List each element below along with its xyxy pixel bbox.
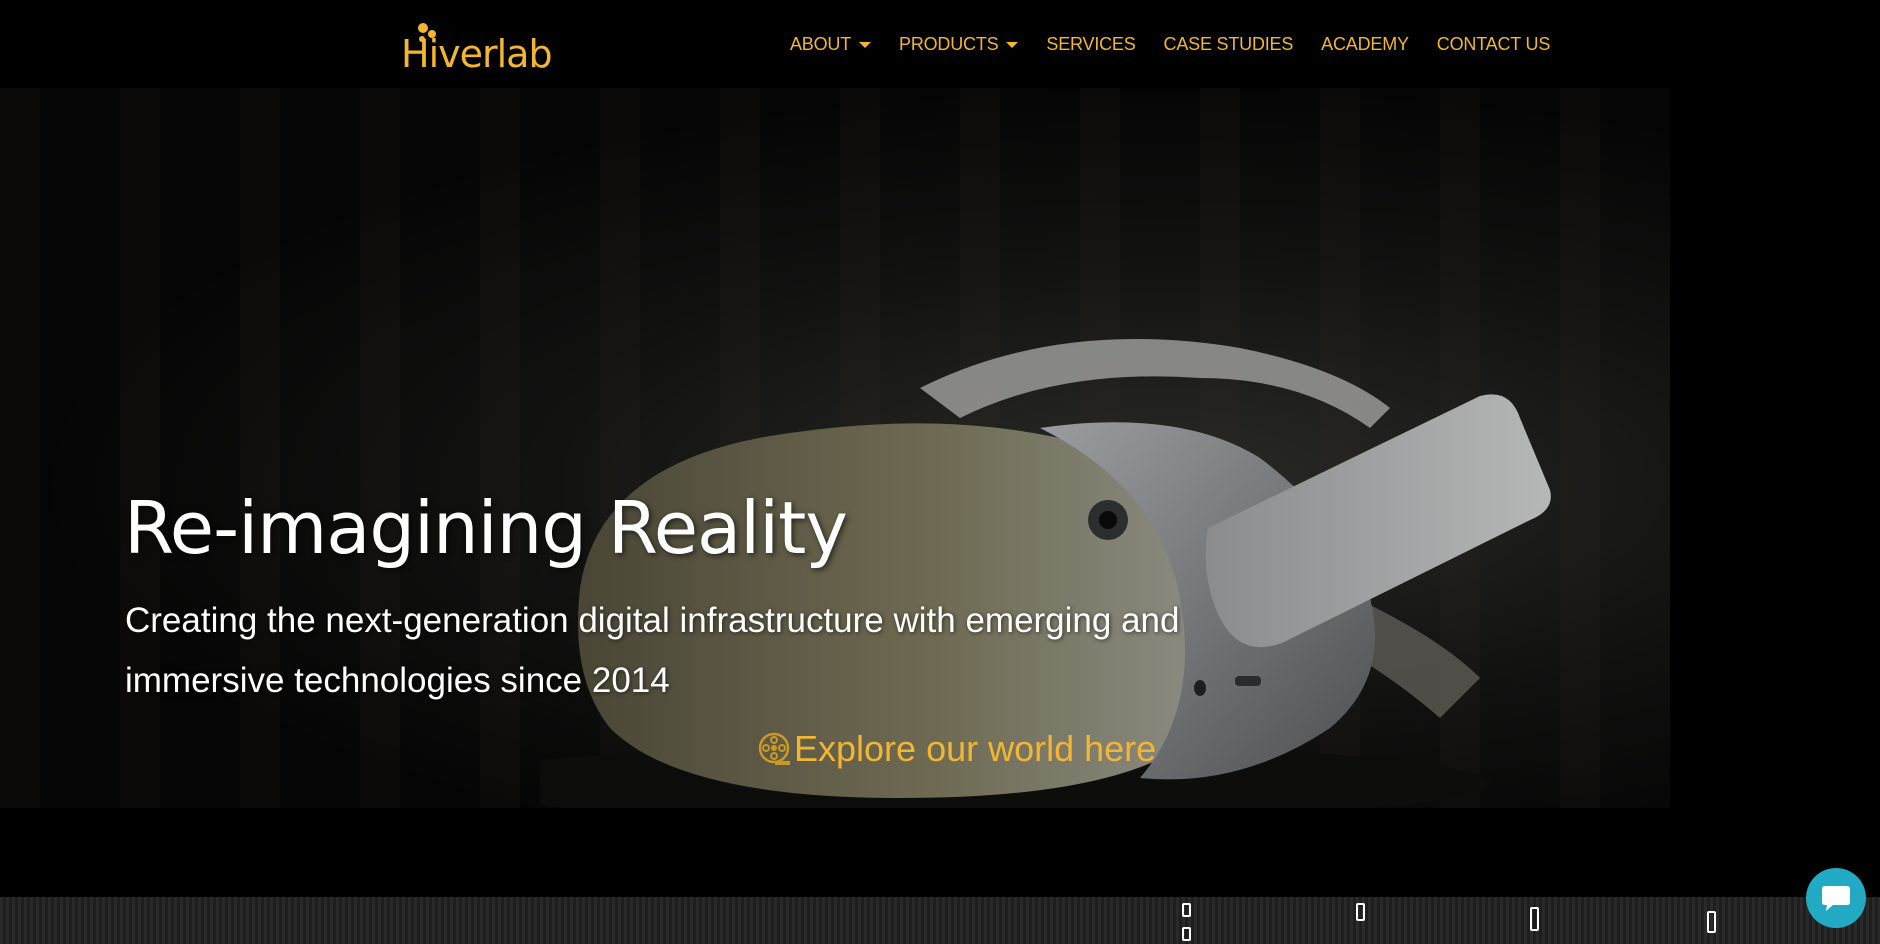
logo-text: Hiverlab: [401, 32, 553, 76]
nav-contact-us-label: CONTACT US: [1436, 34, 1551, 54]
hero-section: Re-imagining Reality Creating the next-g…: [0, 88, 1880, 808]
nav-case-studies[interactable]: CASE STUDIES: [1164, 34, 1294, 55]
decorative-mark: [1356, 903, 1365, 921]
decorative-mark: [1182, 903, 1191, 917]
hero-right-edge: [1670, 88, 1880, 808]
nav-contact-us[interactable]: CONTACT US: [1436, 34, 1551, 55]
hero-subtitle: Creating the next-generation digital inf…: [125, 601, 1180, 700]
hiverlab-logo[interactable]: Hiverlab: [398, 22, 553, 78]
nav-academy[interactable]: ACADEMY: [1321, 34, 1409, 55]
decorative-mark: [1182, 927, 1191, 941]
nav-services-label: SERVICES: [1046, 34, 1136, 54]
main-nav: ABOUT PRODUCTS SERVICES CASE STUDIES ACA…: [790, 34, 1550, 55]
nav-products[interactable]: PRODUCTS: [899, 34, 1019, 55]
nav-academy-label: ACADEMY: [1321, 34, 1409, 54]
film-reel-icon: [758, 732, 790, 765]
caret-down-icon: [1006, 41, 1019, 48]
decorative-mark: [1530, 907, 1539, 931]
decorative-mark: [1707, 911, 1716, 933]
chat-button[interactable]: [1806, 868, 1866, 928]
nav-about[interactable]: ABOUT: [790, 34, 872, 55]
caret-down-icon: [859, 41, 872, 48]
chat-bubble-icon: [1822, 886, 1850, 911]
nav-products-label: PRODUCTS: [899, 34, 999, 54]
explore-link[interactable]: Explore our world here: [758, 728, 1156, 770]
nav-about-label: ABOUT: [790, 34, 852, 54]
hero-title: Re-imagining Reality: [124, 486, 848, 570]
nav-services[interactable]: SERVICES: [1046, 34, 1135, 55]
navbar: Hiverlab ABOUT PRODUCTS SERVICES CASE ST…: [0, 0, 1880, 88]
nav-case-studies-label: CASE STUDIES: [1163, 34, 1294, 54]
explore-label: Explore our world here: [794, 728, 1157, 769]
next-section-preview: [0, 897, 1880, 944]
